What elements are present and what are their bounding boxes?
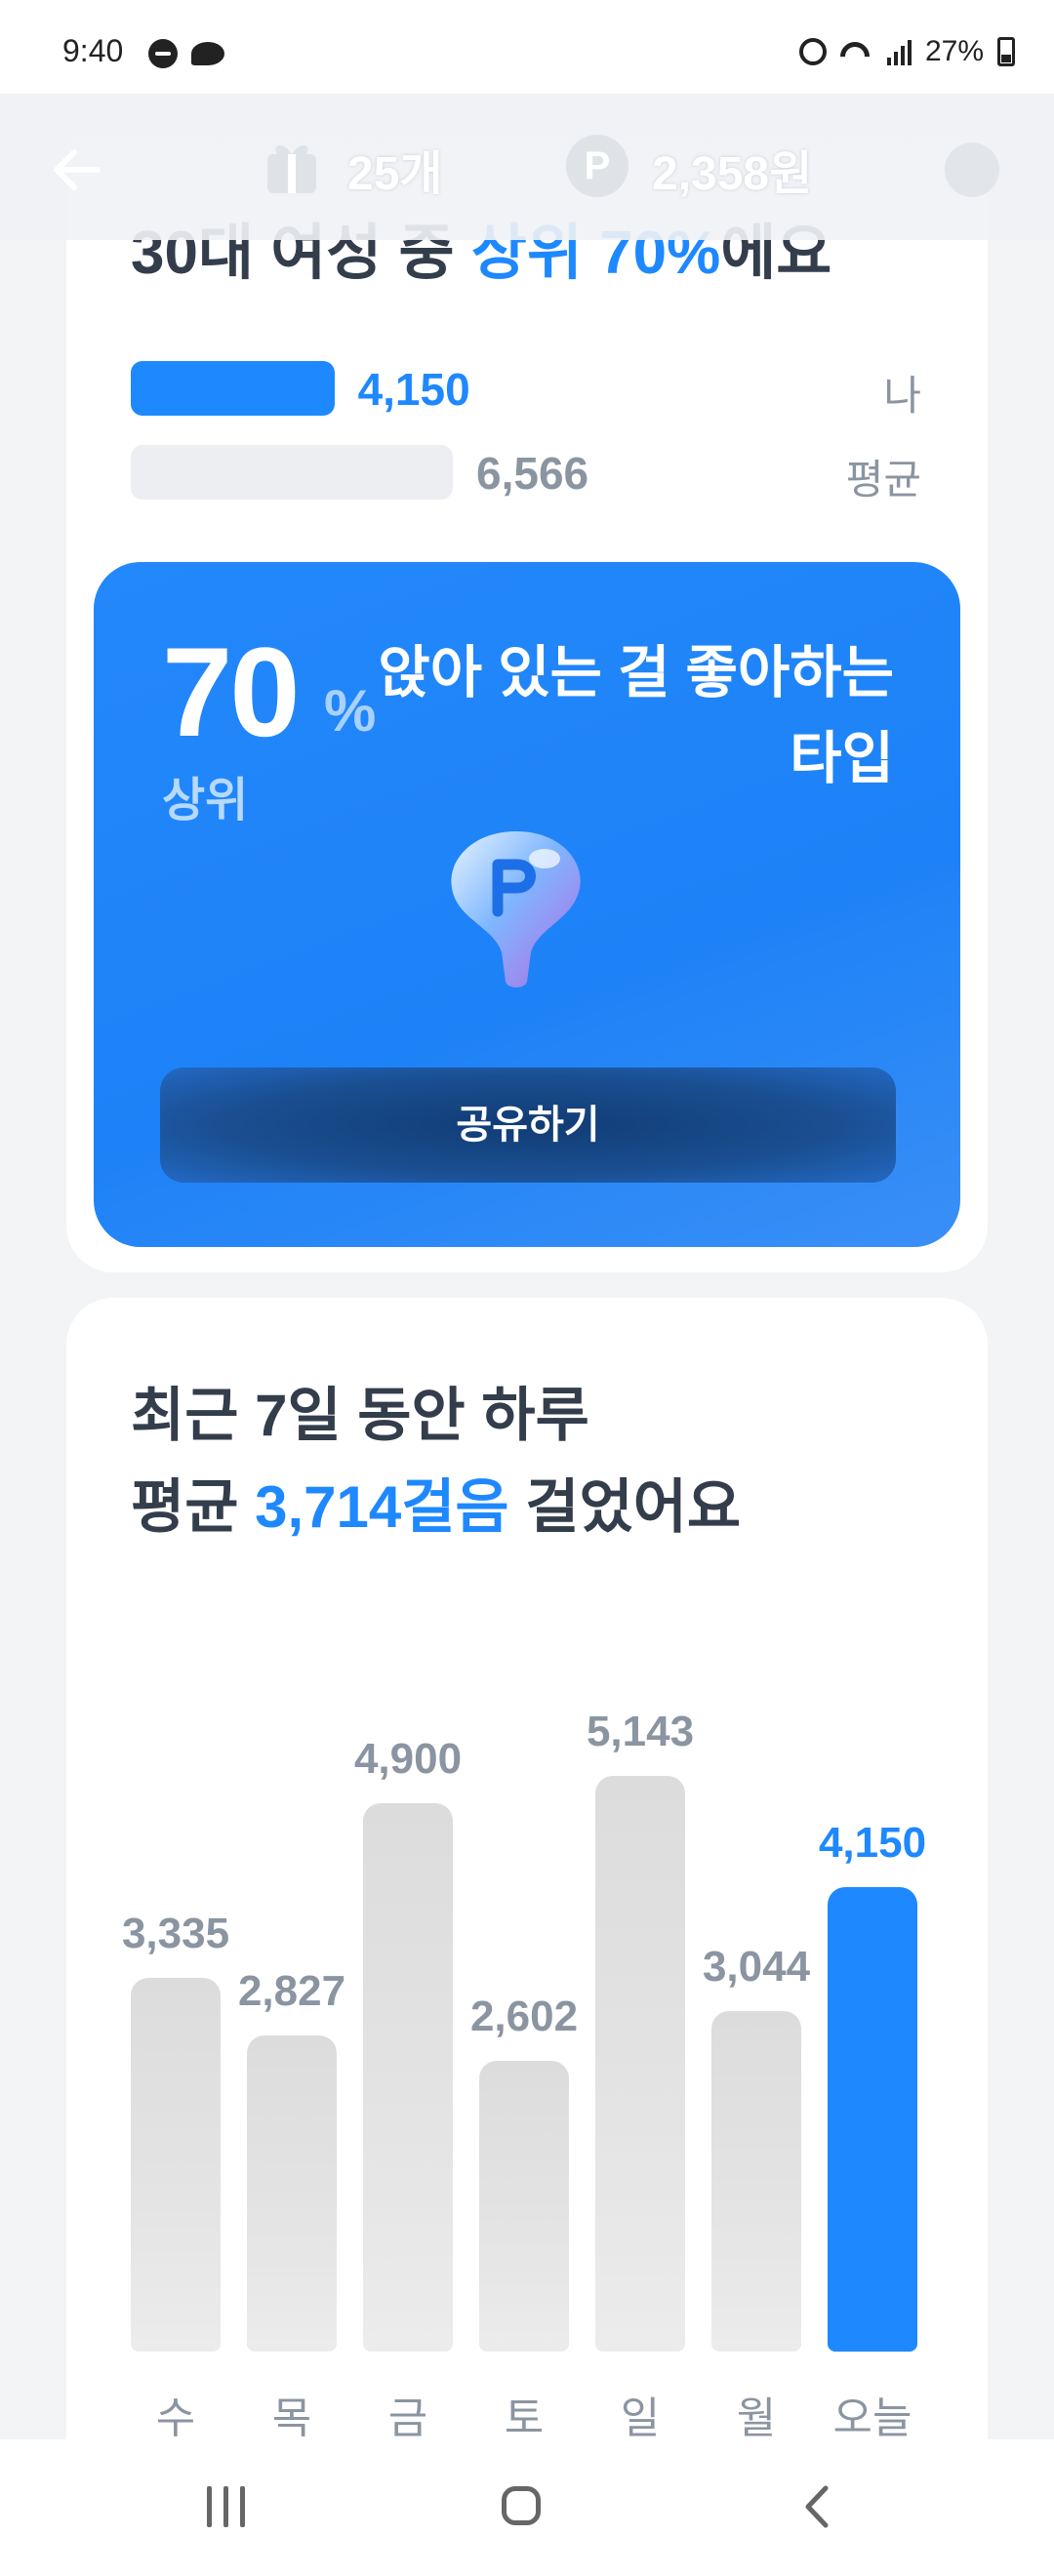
day-label: 오늘 — [832, 2395, 912, 2442]
average-steps-value: 6,566 — [476, 448, 589, 499]
average-steps-label: 평균 — [845, 457, 921, 503]
messenger-icon — [191, 40, 226, 67]
point-icon[interactable]: P — [566, 135, 628, 197]
signal-icon — [886, 38, 912, 65]
settings-icon[interactable] — [945, 142, 999, 197]
top-header: 25개 P 2,358원 — [0, 94, 1054, 240]
day-label: 목 — [271, 2395, 312, 2442]
my-steps-value: 4,150 — [357, 364, 470, 415]
bar-2 — [363, 1802, 453, 2352]
average-steps-row: 6,566 평균 — [131, 445, 921, 503]
p-balloon-mascot-icon — [451, 831, 581, 987]
battery-icon — [997, 37, 1015, 66]
bar-value-label: 4,900 — [353, 1734, 463, 1783]
bar-5 — [711, 2010, 801, 2352]
bar-3 — [479, 2060, 569, 2352]
bar-value-label: 2,827 — [237, 1966, 346, 2015]
share-button[interactable]: 공유하기 — [160, 1067, 896, 1183]
back-icon[interactable] — [800, 2484, 831, 2529]
my-steps-row: 4,150 나 — [131, 361, 921, 419]
day-label: 수 — [155, 2395, 196, 2442]
average-steps-bar — [131, 445, 453, 500]
back-arrow-icon[interactable] — [49, 141, 107, 199]
bar-1 — [247, 2034, 337, 2352]
bar-value-label: 3,335 — [121, 1910, 230, 1958]
rank-percent: 70 — [162, 621, 301, 763]
day-label: 금 — [387, 2395, 428, 2442]
point-balance[interactable]: 2,358원 — [652, 135, 812, 203]
bar-0 — [131, 1978, 221, 2352]
walker-type-card: 70 % 상위 앉아 있는 걸 좋아하는 타입 공유하기 — [94, 562, 960, 1247]
my-steps-bar — [131, 361, 335, 416]
wifi-icon — [840, 38, 873, 65]
ranking-card: 30대 여성 중 상위 70%에요 4,150 나 6,566 평균 70 % … — [66, 137, 988, 1272]
my-steps-label: 나 — [883, 373, 921, 419]
day-label: 월 — [736, 2395, 777, 2442]
gift-icon[interactable] — [264, 137, 320, 195]
bar-value-label: 3,044 — [702, 1942, 811, 1991]
walker-type-text: 앉아 있는 걸 좋아하는 타입 — [378, 641, 894, 790]
day-label: 토 — [504, 2395, 545, 2442]
status-time: 9:40 — [62, 33, 124, 68]
recent-apps-icon[interactable] — [207, 2486, 245, 2527]
bar-6 — [828, 1886, 917, 2352]
alarm-icon — [798, 38, 827, 65]
battery-percent: 27% — [924, 35, 984, 67]
do-not-disturb-icon — [148, 39, 178, 68]
bar-value-label: 2,602 — [469, 1992, 579, 2040]
gift-count[interactable]: 25개 — [347, 135, 443, 203]
home-icon[interactable] — [502, 2486, 541, 2525]
status-bar: 9:40 27% — [0, 0, 1054, 94]
bar-value-label: 5,143 — [586, 1708, 695, 1755]
weekly-steps-card: 최근 7일 동안 하루 평균 3,714걸음 걸었어요 3,335 수 2,827 목… — [66, 1298, 988, 2442]
weekly-steps-chart: 3,335 수 2,827 목 4,900 금 2,602 토 5,143 일 3,044 월 4,15… — [66, 1298, 988, 2442]
day-label: 일 — [620, 2395, 661, 2442]
bar-value-label: 4,150 — [818, 1818, 927, 1867]
rank-label: 상위 — [162, 775, 249, 826]
bar-4 — [595, 1776, 685, 2352]
system-nav-bar — [0, 2439, 1054, 2576]
